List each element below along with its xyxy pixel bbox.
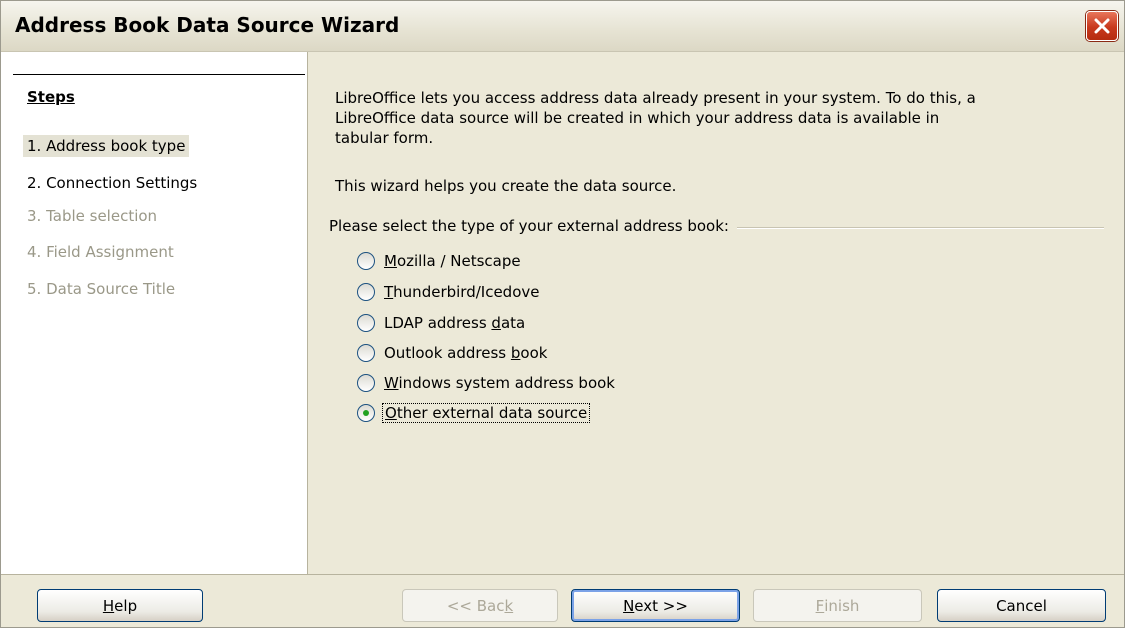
option-label: Other external data source	[382, 403, 591, 423]
option-label: Mozilla / Netscape	[384, 252, 521, 270]
intro-text: LibreOffice lets you access address data…	[335, 88, 1105, 148]
radio-button-selected[interactable]	[357, 404, 375, 422]
helper-text: This wizard helps you create the data so…	[335, 177, 677, 195]
window-title: Address Book Data Source Wizard	[15, 13, 400, 37]
steps-heading: Steps	[27, 88, 75, 106]
back-button[interactable]: << Bac k	[402, 589, 558, 622]
footer-divider	[1, 574, 1124, 575]
help-button[interactable]: Help	[37, 589, 203, 622]
option-thunderbird[interactable]: Thunderbird/Icedove	[357, 281, 541, 303]
content-panel: LibreOffice lets you access address data…	[308, 52, 1124, 574]
next-button[interactable]: Next >>	[571, 589, 740, 622]
close-button[interactable]	[1086, 11, 1118, 41]
wizard-window: Address Book Data Source Wizard Steps 1.…	[0, 0, 1125, 628]
step-address-book-type[interactable]: 1. Address book type	[23, 135, 190, 157]
steps-panel: Steps 1. Address book type 2. Connection…	[1, 52, 308, 574]
finish-button[interactable]: Finish	[753, 589, 922, 622]
radio-button[interactable]	[357, 344, 375, 362]
step-connection-settings[interactable]: 2. Connection Settings	[23, 172, 201, 194]
option-label: LDAP address data	[384, 314, 526, 332]
option-other-external[interactable]: Other external data source	[357, 402, 591, 424]
radio-button[interactable]	[357, 283, 375, 301]
group-label: Please select the type of your external …	[329, 217, 737, 235]
radio-button[interactable]	[357, 374, 375, 392]
option-label: Thunderbird/Icedove	[384, 283, 540, 301]
radio-button[interactable]	[357, 314, 375, 332]
intro-line: LibreOffice data source will be created …	[335, 109, 940, 127]
option-label: Outlook address book	[384, 344, 548, 362]
step-data-source-title: 5. Data Source Title	[27, 280, 176, 298]
intro-line: LibreOffice lets you access address data…	[335, 89, 976, 107]
cancel-button[interactable]: Cancel	[937, 589, 1106, 622]
option-mozilla[interactable]: Mozilla / Netscape	[357, 250, 523, 272]
steps-divider	[13, 74, 305, 75]
intro-line: tabular form.	[335, 129, 434, 147]
radio-button[interactable]	[357, 252, 375, 270]
title-bar: Address Book Data Source Wizard	[1, 1, 1124, 52]
option-label: Windows system address book	[384, 374, 615, 392]
step-field-assignment: 4. Field Assignment	[27, 243, 174, 261]
close-icon	[1094, 18, 1110, 34]
option-outlook[interactable]: Outlook address book	[357, 342, 549, 364]
option-windows-address-book[interactable]: Windows system address book	[357, 372, 617, 394]
step-table-selection: 3. Table selection	[27, 207, 158, 225]
option-ldap[interactable]: LDAP address data	[357, 312, 527, 334]
